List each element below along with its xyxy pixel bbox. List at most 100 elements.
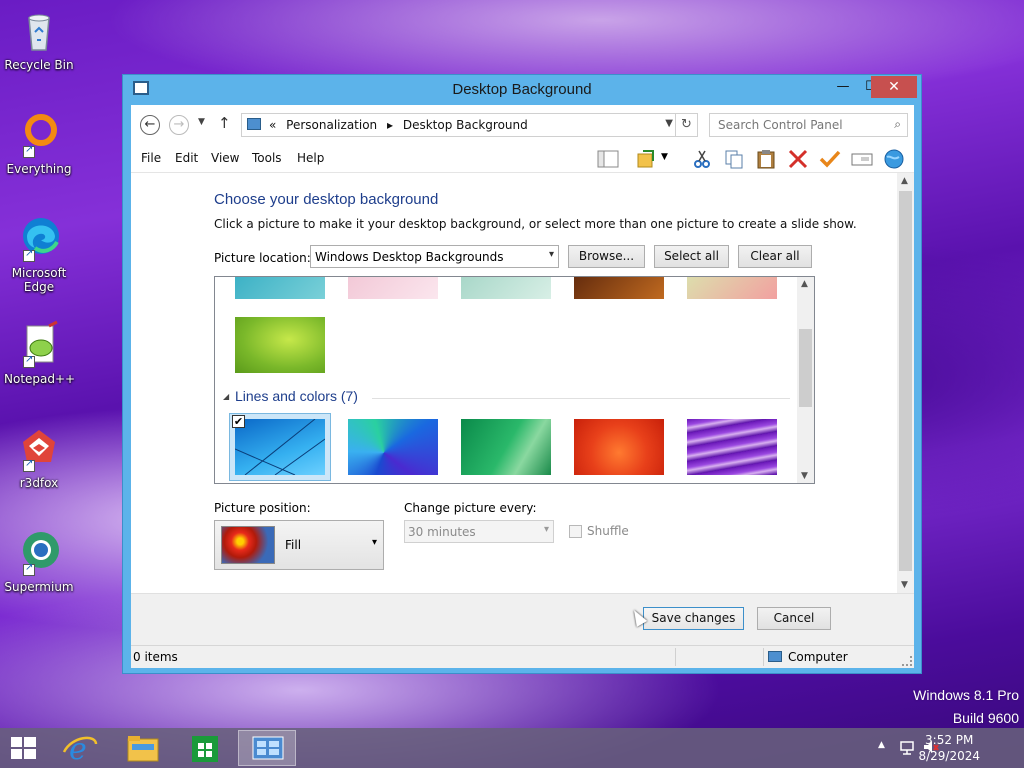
back-button[interactable]: ← [140,115,160,135]
scroll-up-icon[interactable]: ▲ [901,176,908,186]
forward-button[interactable]: → [169,115,189,135]
content-scrollbar[interactable]: ▲ ▼ [897,173,914,593]
change-interval-select[interactable]: 30 minutes ▾ [404,520,554,543]
supermium-icon [15,528,63,576]
shortcut-arrow-icon [23,354,35,368]
wallpaper-thumbnail[interactable] [574,419,664,475]
address-bar[interactable]: « Personalization ▸ Desktop Background ▼… [241,113,698,137]
wallpaper-thumbnail[interactable] [348,419,438,475]
change-interval-value: 30 minutes [408,525,476,539]
status-bar: 0 items Computer [131,645,914,668]
collapse-category-icon[interactable]: ◢ [223,392,229,401]
copy-icon[interactable] [723,149,745,169]
scroll-up-icon[interactable]: ▲ [801,279,808,289]
desktop-icon-edge[interactable]: Microsoft Edge [4,214,74,294]
picture-position-select[interactable]: Fill ▾ [214,520,384,570]
breadcrumb-separator[interactable]: ▸ [387,118,393,132]
breadcrumb-desktop-background[interactable]: Desktop Background [403,118,528,132]
gallery-scrollbar[interactable]: ▲ ▼ [797,277,814,483]
shuffle-checkbox[interactable] [569,525,582,538]
minimize-button[interactable]: — [829,76,857,98]
wallpaper-thumbnail[interactable] [234,418,326,476]
globe-icon[interactable] [883,149,905,169]
change-picture-label: Change picture every: [404,501,537,515]
clear-all-button[interactable]: Clear all [738,245,812,268]
wallpaper-thumbnail[interactable] [687,277,777,299]
wallpaper-thumbnail[interactable] [461,419,551,475]
wallpaper-gallery: ◢ Lines and colors (7) ✔ ▲ ▼ [214,276,815,484]
search-input[interactable]: Search Control Panel ⌕ [709,113,908,137]
network-icon[interactable] [898,738,916,756]
taskbar-file-explorer[interactable] [114,730,172,766]
thumbnail-checkbox[interactable]: ✔ [232,415,245,428]
menu-view[interactable]: View [211,151,239,165]
folder-options-dropdown-icon[interactable]: ▼ [661,152,683,172]
desktop-icon-label: Supermium [4,580,74,594]
desktop-icon-supermium[interactable]: Supermium [4,528,74,594]
desktop-icon-recycle-bin[interactable]: Recycle Bin [4,6,74,72]
item-count: 0 items [133,650,178,664]
status-location: Computer [788,650,848,664]
scroll-down-icon[interactable]: ▼ [901,580,908,590]
shortcut-arrow-icon [23,562,35,576]
recent-locations-dropdown[interactable]: ▼ [198,117,205,127]
wallpaper-thumbnail[interactable] [461,277,551,299]
wallpaper-thumbnail[interactable] [687,419,777,475]
desktop-icon-label: Microsoft Edge [11,266,67,294]
browse-button[interactable]: Browse... [568,245,645,268]
scroll-down-icon[interactable]: ▼ [801,471,808,481]
wallpaper-thumbnail[interactable] [348,277,438,299]
taskbar: e ▲ 3:52 PM 8/29/2024 [0,728,1024,768]
start-button[interactable] [0,728,46,768]
menu-file[interactable]: File [141,151,161,165]
delete-icon[interactable] [787,149,809,169]
folder-options-icon[interactable] [635,149,657,169]
cut-icon[interactable] [691,149,713,169]
cancel-button[interactable]: Cancel [757,607,831,630]
page-description: Click a picture to make it your desktop … [214,217,857,231]
category-header[interactable]: Lines and colors (7) [235,388,358,404]
search-icon[interactable]: ⌕ [894,117,901,132]
taskbar-internet-explorer[interactable]: e [52,730,110,767]
picture-location-value: Windows Desktop Backgrounds [315,250,504,264]
title-bar[interactable]: Desktop Background — ☐ ✕ [123,75,921,105]
desktop-icon-r3dfox[interactable]: r3dfox [4,424,74,490]
address-dropdown-icon[interactable]: ▼ [665,118,673,129]
layout-icon[interactable] [597,149,619,169]
everything-icon [15,110,63,158]
breadcrumb-overflow[interactable]: « [269,118,276,132]
taskbar-store[interactable] [176,730,234,766]
menu-edit[interactable]: Edit [175,151,198,165]
taskbar-clock[interactable]: 3:52 PM 8/29/2024 [918,732,980,764]
status-divider [763,648,764,666]
desktop-icon-everything[interactable]: Everything [4,110,74,176]
scrollbar-thumb[interactable] [799,329,812,407]
save-changes-button[interactable]: Save changes [643,607,744,630]
menu-tools[interactable]: Tools [252,151,282,165]
taskbar-control-panel[interactable] [238,730,296,766]
show-hidden-icons[interactable]: ▲ [878,740,885,750]
window-title: Desktop Background [452,81,592,98]
picture-location-select[interactable]: Windows Desktop Backgrounds ▾ [310,245,559,268]
resize-grip[interactable] [902,656,912,666]
menu-help[interactable]: Help [297,151,324,165]
wallpaper-thumbnail[interactable] [235,277,325,299]
breadcrumb-personalization[interactable]: Personalization [286,118,377,132]
scrollbar-thumb[interactable] [899,191,912,571]
rename-icon[interactable] [851,149,873,169]
close-button[interactable]: ✕ [871,76,917,98]
main-content: Choose your desktop background Click a p… [131,173,906,593]
picture-position-value: Fill [285,538,302,552]
internet-explorer-icon: e [62,732,98,767]
refresh-button[interactable]: ↻ [675,114,697,136]
properties-icon[interactable] [819,149,841,169]
paste-icon[interactable] [755,149,777,169]
desktop-icon-notepadpp[interactable]: Notepad++ [4,320,75,386]
desktop-icon-label: Everything [6,162,72,176]
select-all-button[interactable]: Select all [654,245,729,268]
desktop-icon-label: r3dfox [19,476,59,490]
up-button[interactable]: ↑ [218,114,231,132]
wallpaper-thumbnail[interactable] [235,317,325,373]
wallpaper-thumbnail[interactable] [574,277,664,299]
shuffle-label: Shuffle [587,524,629,538]
